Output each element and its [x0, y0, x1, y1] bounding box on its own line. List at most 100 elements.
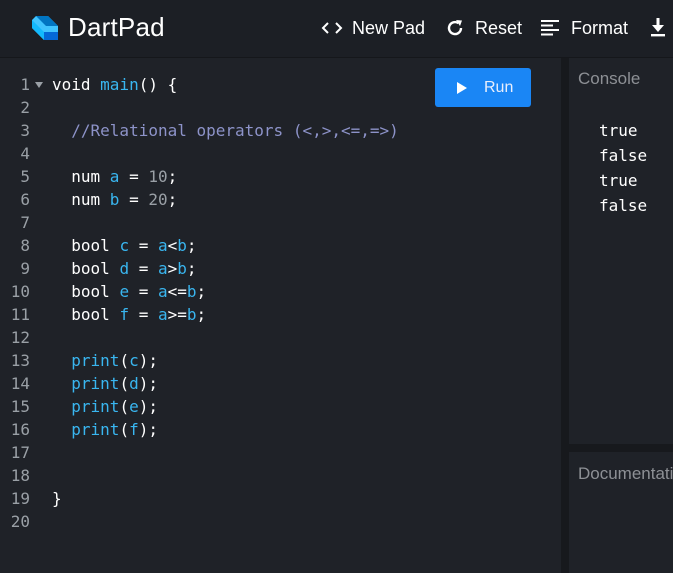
reset-label: Reset: [475, 17, 523, 38]
code-line: //Relational operators (<,>,<=,=>): [52, 119, 399, 142]
new-pad-button[interactable]: New Pad: [321, 17, 425, 39]
code-line: bool e = a<=b;: [52, 280, 206, 303]
app-header: DartPad New Pad Reset Format: [0, 0, 673, 58]
horizontal-splitter[interactable]: [569, 444, 673, 452]
code-token: =: [129, 259, 158, 278]
code-token: main: [100, 75, 139, 94]
code-token: );: [138, 374, 158, 393]
code-token: ;: [186, 259, 197, 278]
run-label: Run: [484, 78, 514, 96]
code-token: b: [109, 190, 120, 209]
code-token: bool: [52, 259, 120, 278]
code-token: e: [129, 397, 139, 416]
code-line: void main() {: [52, 73, 177, 96]
code-token: ;: [186, 236, 197, 255]
documentation-panel: Documentation: [569, 452, 673, 573]
line-number: 15: [10, 397, 30, 416]
code-token: bool: [52, 305, 120, 324]
code-token: =: [129, 282, 158, 301]
code-token: (: [119, 374, 130, 393]
code-token: a: [157, 282, 168, 301]
app-title: DartPad: [68, 12, 165, 42]
code-token: );: [138, 420, 158, 439]
download-icon: [651, 18, 665, 37]
code-token: d: [129, 374, 139, 393]
line-number: 13: [10, 351, 30, 370]
code-token: a: [109, 167, 120, 186]
code-token: b: [177, 236, 187, 255]
vertical-splitter[interactable]: [561, 58, 569, 573]
code-token: num: [52, 190, 110, 209]
fold-arrow-icon[interactable]: [35, 82, 43, 88]
code-token: <=: [167, 282, 187, 301]
dart-logo-icon: [32, 16, 58, 40]
run-button[interactable]: Run: [435, 68, 531, 107]
console-line: false: [599, 146, 648, 165]
console-line: true: [599, 121, 638, 140]
code-token: c: [129, 351, 139, 370]
line-number: 4: [20, 144, 30, 163]
line-number: 11: [10, 305, 30, 324]
code-token: c: [119, 236, 130, 255]
console-title: Console: [578, 69, 641, 88]
line-number: 5: [20, 167, 30, 186]
format-label: Format: [571, 17, 629, 38]
code-token: ;: [196, 305, 207, 324]
code-token: //Relational operators (<,>,<=,=>): [52, 121, 399, 140]
reset-button[interactable]: Reset: [444, 17, 522, 39]
code-token: ;: [196, 282, 207, 301]
code-token: >=: [167, 305, 187, 324]
line-number: 1: [20, 75, 30, 94]
code-token: );: [138, 397, 158, 416]
code-line: num a = 10;: [52, 165, 177, 188]
code-line: bool c = a<b;: [52, 234, 197, 257]
code-line: print(f);: [52, 418, 158, 441]
code-token: a: [157, 259, 168, 278]
line-number: 8: [20, 236, 30, 255]
code-token: b: [186, 282, 197, 301]
code-line: bool f = a>=b;: [52, 303, 206, 326]
code-line: print(d);: [52, 372, 158, 395]
console-panel: Console true false true false: [569, 58, 673, 444]
console-line: true: [599, 171, 638, 190]
line-number: 6: [20, 190, 30, 209]
code-token: =: [119, 190, 149, 209]
code-token: ;: [167, 190, 178, 209]
code-token: =: [119, 167, 149, 186]
code-token: }: [52, 489, 62, 508]
code-token: >: [167, 259, 178, 278]
code-token: void: [52, 75, 101, 94]
format-button[interactable]: Format: [540, 17, 628, 39]
documentation-title: Documentation: [578, 464, 673, 483]
code-brackets-icon: [321, 22, 343, 34]
line-number: 14: [10, 374, 30, 393]
line-number: 2: [20, 98, 30, 117]
line-number: 16: [10, 420, 30, 439]
code-token: =: [129, 236, 158, 255]
code-token: e: [119, 282, 130, 301]
new-pad-label: New Pad: [352, 17, 426, 38]
line-number: 7: [20, 213, 30, 232]
code-token: (: [119, 351, 130, 370]
code-area[interactable]: void main() { //Relational operators (<,…: [52, 58, 557, 573]
code-token: num: [52, 167, 110, 186]
line-number: 10: [10, 282, 30, 301]
align-left-icon: [541, 20, 559, 36]
play-icon: [457, 81, 467, 94]
code-editor[interactable]: 1 2 3 4 5 6 7 8 9 10 11 12 13 14 15 16 17 18 19 20 void mai…: [0, 58, 561, 573]
refresh-icon: [447, 20, 463, 36]
code-token: bool: [52, 236, 120, 255]
code-line: print(e);: [52, 395, 158, 418]
code-line: }: [52, 487, 62, 510]
code-token: (: [119, 420, 130, 439]
code-token: <: [167, 236, 178, 255]
code-token: print: [52, 351, 120, 370]
line-number-gutter: 1 2 3 4 5 6 7 8 9 10 11 12 13 14 15 16 17 18 19 20: [0, 58, 46, 573]
code-token: );: [138, 351, 158, 370]
code-token: print: [52, 397, 120, 416]
download-button[interactable]: [650, 17, 673, 39]
console-line: false: [599, 196, 648, 215]
line-number: 9: [20, 259, 30, 278]
code-token: b: [186, 305, 197, 324]
code-line: num b = 20;: [52, 188, 177, 211]
